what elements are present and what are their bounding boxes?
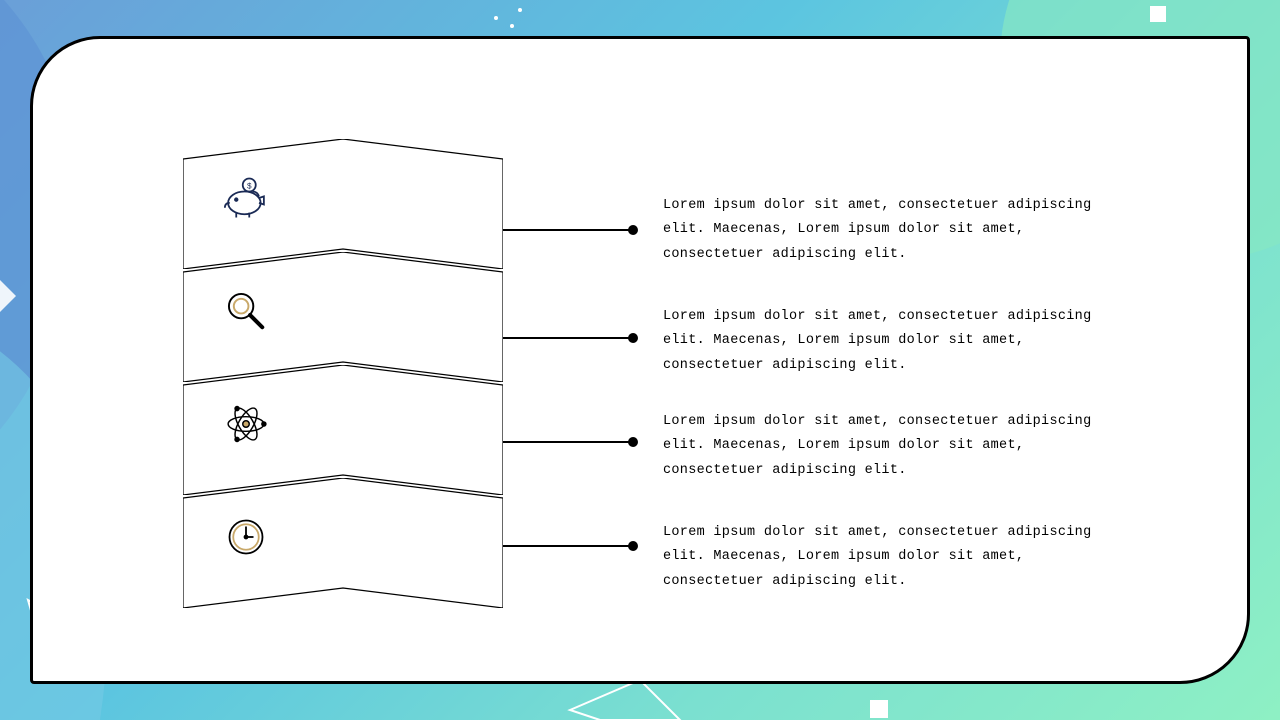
connector-2	[503, 337, 633, 339]
chevron-item-4	[183, 478, 503, 608]
atom-icon	[217, 395, 275, 453]
connector-3	[503, 441, 633, 443]
connector-4	[503, 545, 633, 547]
piggy-bank-icon: $	[217, 169, 275, 227]
content-card: $	[30, 36, 1250, 684]
item-text-3: Lorem ipsum dolor sit amet, consectetuer…	[663, 410, 1093, 483]
chevron-item-1: $	[183, 139, 503, 269]
chevron-item-2	[183, 252, 503, 382]
item-text-1: Lorem ipsum dolor sit amet, consectetuer…	[663, 194, 1093, 267]
clock-icon	[217, 508, 275, 566]
svg-text:$: $	[247, 182, 252, 191]
item-text-2: Lorem ipsum dolor sit amet, consectetuer…	[663, 305, 1093, 378]
connector-1	[503, 229, 633, 231]
item-text-4: Lorem ipsum dolor sit amet, consectetuer…	[663, 521, 1093, 594]
chevron-stack: $	[183, 139, 523, 608]
chevron-item-3	[183, 365, 503, 495]
magnifier-icon	[217, 282, 275, 340]
